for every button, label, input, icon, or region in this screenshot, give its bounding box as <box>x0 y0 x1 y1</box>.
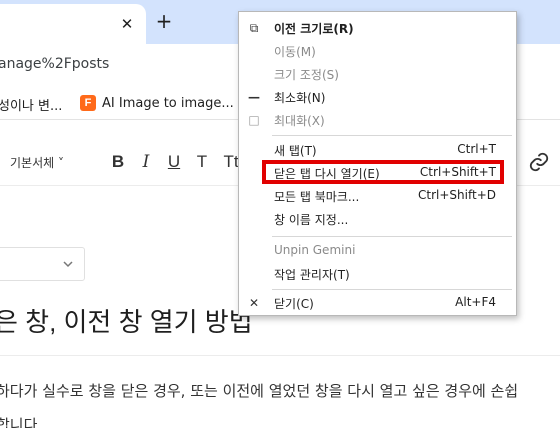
menu-separator <box>272 135 512 136</box>
title-divider <box>0 355 560 356</box>
menu-item-unpin-gemini: Unpin Gemini <box>274 243 356 257</box>
menu-item-close[interactable]: ✕ 닫기(C) Alt+F4 <box>239 292 516 314</box>
strikethrough-button[interactable]: T <box>192 150 212 174</box>
close-icon: ✕ <box>248 296 260 310</box>
menu-item-new-tab[interactable]: 새 탭(T) Ctrl+T <box>239 139 516 161</box>
menu-item-bookmark-all-tabs[interactable]: 모든 탭 북마크... Ctrl+Shift+D <box>239 185 516 207</box>
post-body-line[interactable]: 합니다 <box>0 414 37 428</box>
minimize-icon: — <box>248 90 260 104</box>
menu-item-restore[interactable]: ⧉ 이전 크기로(R) <box>239 17 516 39</box>
italic-button[interactable]: I <box>136 150 156 174</box>
underline-button[interactable]: U <box>164 150 184 174</box>
url-text[interactable]: anage%2Fposts <box>0 56 109 72</box>
post-title[interactable]: 은 창, 이전 창 열기 방법 <box>0 302 253 339</box>
menu-item-minimize[interactable]: — 최소화(N) <box>239 86 516 108</box>
menu-item-resize: 크기 조정(S) <box>274 68 339 82</box>
active-tab[interactable]: ✕ <box>0 4 146 44</box>
menu-item-task-manager[interactable]: 작업 관리자(T) <box>239 263 516 285</box>
menu-separator <box>272 236 512 237</box>
menu-item-maximize: □ 최대화(X) <box>248 113 325 128</box>
bookmark-favicon-icon: F <box>80 95 96 111</box>
bookmark-item[interactable]: 성이나 변... <box>0 95 62 114</box>
maximize-icon: □ <box>248 113 260 127</box>
menu-item-name-window[interactable]: 창 이름 지정... <box>239 208 516 230</box>
post-body-line[interactable]: 하다가 실수로 창을 닫은 경우, 또는 이전에 열었던 창을 다시 열고 싶은… <box>0 380 518 401</box>
chevron-down-icon <box>63 261 73 268</box>
bookmark-label: AI Image to image... <box>102 95 234 111</box>
category-select[interactable] <box>0 247 85 281</box>
menu-item-move: 이동(M) <box>274 45 316 59</box>
font-family-select[interactable]: 기본서체 ˅ <box>10 154 64 171</box>
link-icon[interactable] <box>528 151 550 173</box>
close-tab-icon[interactable]: ✕ <box>118 14 136 34</box>
new-tab-button[interactable]: + <box>154 10 174 32</box>
highlight-box <box>262 160 504 184</box>
bold-button[interactable]: B <box>108 150 128 174</box>
bookmark-item-ai-image[interactable]: F AI Image to image... <box>80 92 234 114</box>
menu-separator <box>272 289 512 290</box>
restore-icon: ⧉ <box>249 21 259 35</box>
